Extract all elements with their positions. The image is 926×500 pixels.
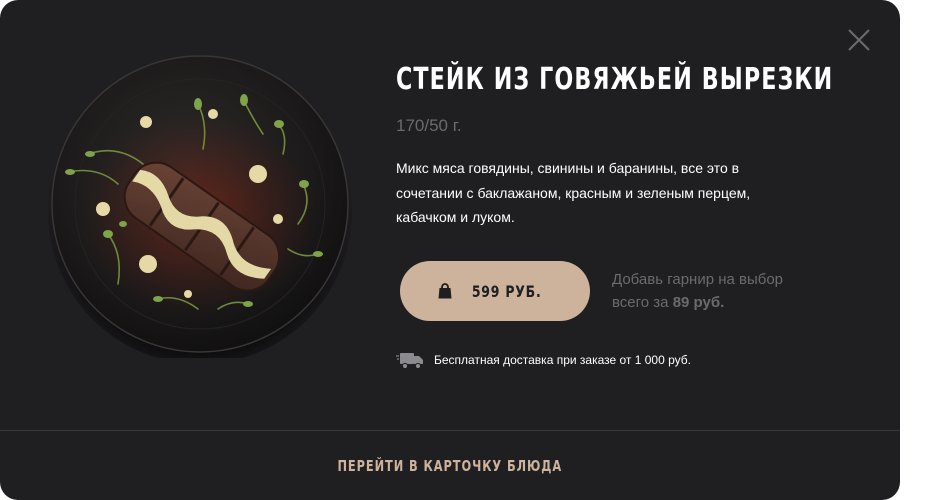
garnish-offer-line1: Добавь гарнир на выбор (612, 271, 784, 288)
go-to-dish-card-label: ПЕРЕЙТИ В КАРТОЧКУ БЛЮДА (337, 456, 563, 475)
close-button[interactable] (846, 27, 872, 53)
product-weight: 170/50 г. (396, 116, 462, 135)
delivery-info: Бесплатная доставка при заказе от 1 000 … (396, 350, 691, 370)
garnish-offer-prefix: всего за (612, 294, 673, 311)
dish-image (48, 54, 352, 358)
add-to-cart-button[interactable]: 599 РУБ. (400, 261, 590, 321)
close-icon (848, 29, 870, 51)
product-description: Микс мяса говядины, свинины и баранины, … (396, 160, 751, 225)
shopping-bag-icon (438, 283, 452, 299)
product-title: СТЕЙК ИЗ ГОВЯЖЬЕЙ ВЫРЕЗКИ (396, 62, 834, 97)
delivery-text: Бесплатная доставка при заказе от 1 000 … (434, 353, 691, 367)
price-label: 599 РУБ. (472, 281, 542, 301)
garnish-offer-line2: всего за 89 руб. (612, 291, 852, 314)
product-modal: СТЕЙК ИЗ ГОВЯЖЬЕЙ ВЫРЕЗКИ 170/50 г. Микс… (0, 0, 900, 500)
go-to-dish-card-link[interactable]: ПЕРЕЙТИ В КАРТОЧКУ БЛЮДА (0, 431, 900, 500)
delivery-truck-icon (396, 353, 423, 370)
garnish-price: 89 руб. (672, 294, 725, 311)
garnish-offer: Добавь гарнир на выбор всего за 89 руб. (612, 268, 852, 314)
